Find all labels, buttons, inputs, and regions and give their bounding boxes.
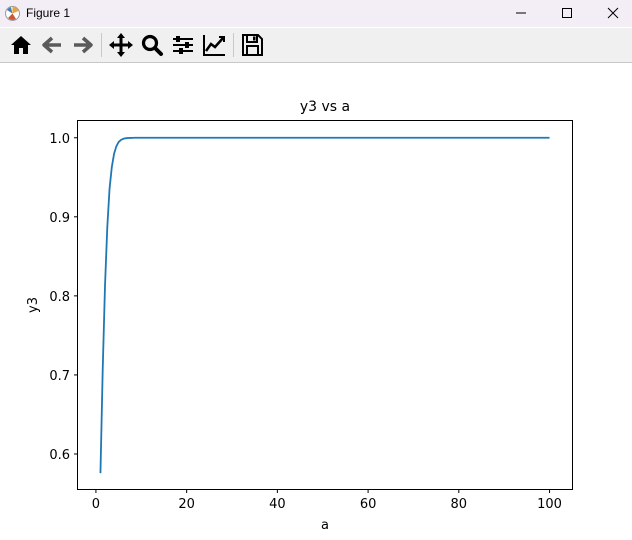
close-icon [607,7,619,19]
close-button[interactable] [590,0,632,27]
x-tick-label: 20 [178,497,195,512]
window-title: Figure 1 [26,6,71,20]
x-tick-label: 80 [451,497,468,512]
zoom-button[interactable] [138,31,166,59]
sliders-icon [173,36,193,54]
forward-button[interactable] [69,31,97,59]
y-tick-label: 0.7 [49,369,70,384]
edit-axis-button[interactable] [200,31,228,59]
y-axis-label: y3 [26,297,41,313]
maximize-icon [562,8,572,18]
pan-move-icon [109,33,133,57]
y-tick-label: 0.6 [49,448,70,463]
x-axis-label: a [321,518,329,533]
y-tick-label: 1.0 [49,132,70,147]
save-button[interactable] [238,31,266,59]
y-tick-label: 0.9 [49,211,70,226]
matplotlib-app-icon [5,6,20,21]
maximize-button[interactable] [544,0,590,27]
floppy-disk-icon [242,34,263,56]
axes-frame [77,120,573,490]
home-icon [11,36,31,54]
x-tick-label: 60 [360,497,377,512]
minimize-icon [516,12,526,14]
figure-canvas[interactable]: y3 vs a a y3 0 20 40 60 80 100 0.6 0.7 0.8 0.9 1.0 [0,62,632,540]
toolbar-separator [233,33,234,57]
x-tick-label: 100 [537,497,562,512]
navigation-toolbar [0,28,632,63]
toolbar-separator [101,33,102,57]
x-tick-label: 40 [269,497,286,512]
window-titlebar: Figure 1 [0,0,632,27]
back-arrow-icon [42,36,61,54]
y-tick-label: 0.8 [49,290,70,305]
x-tick-label: 0 [92,497,100,512]
zoom-magnifier-icon [141,34,163,56]
home-button[interactable] [7,31,35,59]
chart-title: y3 vs a [300,99,350,115]
back-button[interactable] [38,31,66,59]
line-chart-icon [203,35,225,56]
pan-button[interactable] [107,31,135,59]
minimize-button[interactable] [498,0,544,27]
configure-subplots-button[interactable] [169,31,197,59]
forward-arrow-icon [74,36,93,54]
